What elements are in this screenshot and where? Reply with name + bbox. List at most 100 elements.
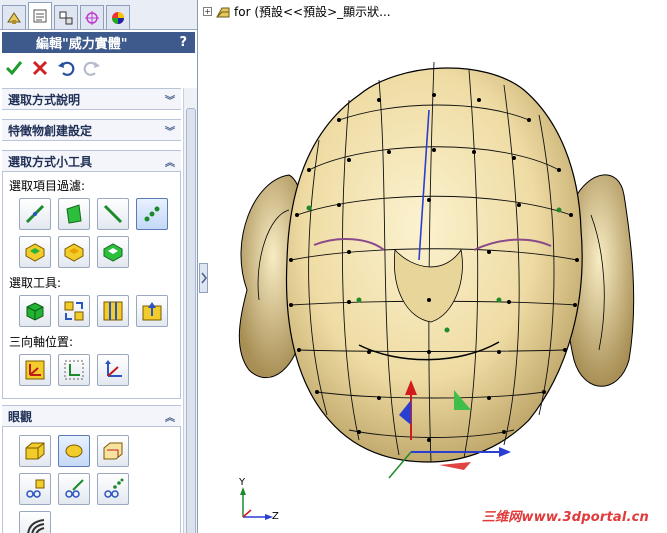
crosshair-icon	[85, 10, 99, 25]
panel-tab-bar	[0, 0, 197, 30]
filter-solid-button[interactable]	[19, 236, 51, 268]
scrollbar-thumb[interactable]	[186, 108, 196, 533]
help-button[interactable]: ?	[179, 35, 187, 50]
triad-yellow-icon	[25, 360, 45, 380]
select-box-button[interactable]	[19, 295, 51, 327]
watermark-url: www.3dportal.cn	[521, 510, 649, 525]
select-grow-button[interactable]	[58, 295, 90, 327]
action-bar	[0, 53, 197, 83]
filter-row-1	[19, 198, 174, 230]
vertex-filter-icon	[144, 206, 160, 222]
display-glasses-points-button[interactable]	[97, 473, 129, 505]
group-title: 眼觀	[8, 409, 33, 424]
wire-box-icon	[103, 442, 123, 460]
graphics-viewport[interactable]: + for (預設<<預設>_顯示狀... Y Z 三维网www.3dporta…	[199, 0, 667, 533]
head-surface	[285, 61, 583, 463]
glasses-box-icon	[26, 479, 45, 498]
property-manager-title: 編輯"威力實體" ?	[2, 32, 195, 53]
group-selection-tools[interactable]: 選取方式小工具 ︽	[2, 150, 181, 172]
filter-vertices-button[interactable]	[136, 198, 168, 230]
filter-lines-button[interactable]	[97, 198, 129, 230]
filter-label: 選取項目過濾:	[9, 179, 86, 193]
glasses-line-icon	[65, 479, 84, 498]
triad-label: 三向軸位置:	[9, 335, 74, 349]
expand-chevron-icon: ︾	[165, 95, 175, 107]
shaded-box-icon	[25, 442, 45, 460]
group-title: 選取方式說明	[8, 92, 81, 107]
face-filter-icon	[66, 204, 82, 224]
group-title: 選取方式小工具	[8, 154, 93, 169]
title-text: 編輯"威力實體"	[36, 37, 128, 52]
group-display[interactable]: 眼觀 ︽	[2, 405, 181, 427]
color-wheel-icon	[112, 11, 124, 24]
grid-arrow-up-icon	[142, 302, 162, 321]
display-manager-tab[interactable]	[106, 5, 130, 29]
configuration-icon	[59, 11, 73, 24]
display-glasses-line-button[interactable]	[58, 473, 90, 505]
redo-icon	[83, 61, 100, 76]
line-filter-icon	[103, 204, 123, 224]
collapse-chevron-icon: ︽	[165, 412, 175, 424]
display-box	[2, 427, 181, 533]
filter-mesh-button[interactable]	[97, 236, 129, 268]
select-region-button[interactable]	[136, 295, 168, 327]
property-manager-panel: 編輯"威力實體" ? 選取方式說明 ︾ 特徵物創建設定 ︾ 選取方式小工具 ︽	[0, 0, 198, 533]
triad-origin-button[interactable]	[19, 354, 51, 386]
display-row-3	[19, 511, 174, 533]
filter-surface-button[interactable]	[58, 236, 90, 268]
property-manager-tab[interactable]	[28, 2, 52, 29]
smooth-surface-icon	[65, 444, 83, 458]
group-feature-create-settings[interactable]: 特徵物創建設定 ︾	[2, 119, 181, 141]
display-wire-button[interactable]	[97, 435, 129, 467]
green-cube-icon	[26, 302, 44, 321]
triad-y-label: Y	[239, 477, 246, 488]
group-selection-description[interactable]: 選取方式說明 ︾	[2, 88, 181, 110]
triad-z-label: Z	[272, 511, 279, 522]
curved-lines-icon	[27, 519, 45, 533]
display-shaded-button[interactable]	[19, 435, 51, 467]
panel-vertical-scrollbar[interactable]	[183, 88, 197, 533]
cancel-button[interactable]	[30, 58, 50, 78]
filter-edges-button[interactable]	[19, 198, 51, 230]
watermark: 三维网www.3dportal.cn	[482, 506, 649, 525]
edge-filter-icon	[25, 204, 45, 224]
mesh-body-icon	[103, 243, 123, 262]
filter-row-2	[19, 236, 174, 268]
display-smooth-button[interactable]	[58, 435, 90, 467]
feature-manager-tab[interactable]	[2, 5, 26, 29]
triad-selection-button[interactable]	[58, 354, 90, 386]
collapse-chevron-icon: ︽	[165, 157, 175, 169]
triad-axes-button[interactable]	[97, 354, 129, 386]
ok-button[interactable]	[4, 58, 24, 78]
display-curve-button[interactable]	[19, 511, 51, 533]
display-glasses-box-button[interactable]	[19, 473, 51, 505]
select-columns-button[interactable]	[97, 295, 129, 327]
glasses-points-icon	[104, 478, 124, 498]
configuration-manager-tab[interactable]	[54, 5, 78, 29]
display-row-2	[19, 473, 174, 505]
close-icon	[32, 60, 48, 76]
redo-button[interactable]	[82, 58, 102, 78]
feature-tree-icon	[7, 11, 21, 24]
head-sculpture-model[interactable]	[199, 0, 667, 533]
grid-swap-icon	[64, 301, 84, 321]
undo-icon	[58, 61, 75, 76]
expand-chevron-icon: ︾	[165, 126, 175, 138]
checkmark-icon	[5, 61, 23, 76]
surface-body-icon	[64, 243, 84, 262]
triad-axes-icon	[105, 360, 122, 377]
property-sheet-icon	[33, 9, 47, 23]
tools-label: 選取工具:	[9, 276, 62, 290]
triad-row	[19, 354, 174, 386]
watermark-cn: 三维网	[481, 510, 522, 525]
triad-dotted-icon	[64, 360, 84, 380]
panel-scroll-area: 選取方式說明 ︾ 特徵物創建設定 ︾ 選取方式小工具 ︽ 選取項目過濾: 選取工…	[0, 88, 183, 533]
grid-columns-icon	[103, 301, 123, 321]
undo-button[interactable]	[56, 58, 76, 78]
dimxpert-tab[interactable]	[80, 5, 104, 29]
group-title: 特徵物創建設定	[8, 123, 93, 138]
solid-body-icon	[25, 243, 45, 262]
selection-tools-box: 選取項目過濾: 選取工具: 三向軸位置:	[2, 172, 181, 399]
view-triad	[240, 487, 273, 520]
filter-faces-button[interactable]	[58, 198, 90, 230]
